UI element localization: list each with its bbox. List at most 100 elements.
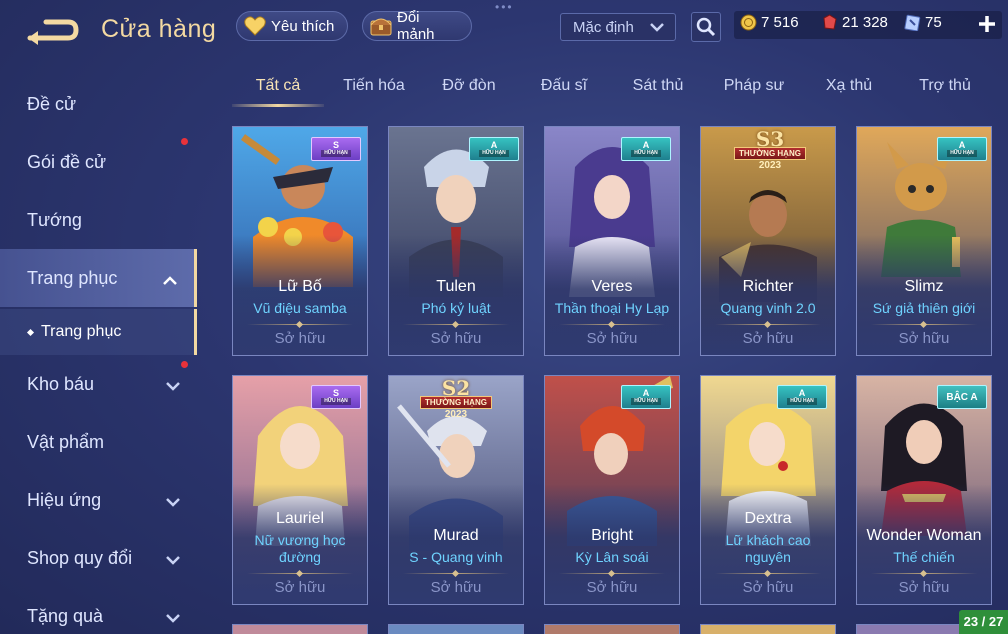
card-divider [403, 573, 509, 574]
card-divider [403, 324, 509, 325]
back-arrow-icon [27, 19, 79, 45]
shard-exchange-button[interactable]: Đổi mảnh [362, 9, 472, 43]
skin-card[interactable]: BẬC A Wonder Woman Thế chiến Sở hữu [856, 375, 992, 605]
ruby-amount: 21 328 [842, 13, 888, 31]
drag-handle-icon: ••• [495, 0, 514, 14]
card-divider [871, 573, 977, 574]
skin-name: Lữ khách cao nguyên [725, 532, 811, 565]
search-button[interactable] [691, 12, 721, 42]
owned-status: Sở hữu [430, 579, 482, 596]
skin-card[interactable]: A HỮU HẠN Slimz Sứ giả thiên giới Sở hữu [856, 126, 992, 356]
skin-card-peek[interactable] [700, 624, 836, 634]
page-title: Cửa hàng [101, 15, 217, 43]
owned-status: Sở hữu [274, 579, 326, 596]
tier-badge: A HỮU HẠN [777, 385, 827, 409]
tab-marksman[interactable]: Xạ thủ [809, 77, 889, 95]
tab-support[interactable]: Trợ thủ [905, 77, 985, 95]
card-divider [247, 573, 353, 574]
chevron-down-icon [165, 492, 181, 513]
skin-name: Nữ vương học đường [254, 532, 346, 565]
sidebar-item-label: Vật phẩm [27, 431, 105, 452]
gold-amount: 7 516 [761, 13, 799, 31]
card-divider [715, 324, 821, 325]
owned-status: Sở hữu [430, 330, 482, 347]
tab-mage[interactable]: Pháp sư [714, 77, 794, 95]
bullet-icon [26, 328, 35, 336]
sort-value: Mặc định [573, 18, 634, 36]
skin-name: S - Quang vinh [409, 549, 503, 565]
add-currency-button[interactable] [978, 10, 996, 38]
sidebar-item-items[interactable]: Vật phẩm [0, 413, 197, 471]
card-divider [871, 324, 977, 325]
skin-name: Phó kỷ luật [421, 300, 491, 316]
tab-assassin[interactable]: Sát thủ [618, 77, 698, 95]
skin-card[interactable]: S3 THƯỜNG HẠNG 2023 Richter Quang vinh 2… [700, 126, 836, 356]
sidebar-item-effects[interactable]: Hiệu ứng [0, 471, 197, 529]
search-icon [696, 17, 716, 37]
sidebar-item-exchange-shop[interactable]: Shop quy đổi [0, 529, 197, 587]
skin-card[interactable]: A HỮU HẠN Tulen Phó kỷ luật Sở hữu [388, 126, 524, 356]
chevron-down-icon [649, 20, 665, 38]
skin-name: Sứ giả thiên giới [872, 300, 976, 316]
skin-card[interactable]: S HỮU HẠN Lauriel Nữ vương học đường Sở h… [232, 375, 368, 605]
sidebar: Đề cử Gói đề cử Tướng Trang phục Trang p… [0, 70, 197, 634]
active-tab-underline [232, 104, 324, 107]
card-divider [247, 324, 353, 325]
tier-badge: BẬC A [937, 385, 987, 409]
skin-card-peek[interactable] [388, 624, 524, 634]
owned-status: Sở hữu [742, 579, 794, 596]
sidebar-item-featured[interactable]: Đề cử [0, 75, 197, 133]
rank-badge: S2 THƯỜNG HẠNG 2023 [418, 376, 494, 422]
skin-name: Quang vinh 2.0 [720, 300, 816, 316]
gold-coin-icon [739, 13, 757, 31]
card-divider [559, 573, 665, 574]
skin-card[interactable]: A HỮU HẠN Bright Kỳ Lân soái Sở hữu [544, 375, 680, 605]
voucher-icon [903, 13, 921, 31]
skin-card-peek[interactable] [232, 624, 368, 634]
back-button[interactable] [24, 14, 80, 48]
owned-status: Sở hữu [274, 330, 326, 347]
sidebar-subitem-label: Trang phục [41, 323, 122, 340]
skin-card-peek[interactable] [544, 624, 680, 634]
tab-evolution[interactable]: Tiến hóa [334, 77, 414, 95]
skin-card[interactable]: S2 THƯỜNG HẠNG 2023 Murad S - Quang vinh… [388, 375, 524, 605]
hero-name: Murad [433, 527, 479, 544]
hero-name: Tulen [436, 278, 476, 295]
skin-name: Thế chiến [893, 549, 955, 565]
sidebar-subitem-skins[interactable]: Trang phục [0, 309, 197, 355]
voucher-amount: 75 [925, 13, 942, 31]
plus-icon [979, 16, 995, 32]
sidebar-item-featured-packs[interactable]: Gói đề cử [0, 133, 197, 191]
tier-badge: A HỮU HẠN [937, 137, 987, 161]
owned-status: Sở hữu [898, 330, 950, 347]
treasure-chest-icon [369, 14, 393, 38]
sidebar-item-treasure[interactable]: Kho báu [0, 355, 197, 413]
category-tabs: Tất cả Tiến hóa Đỡ đòn Đấu sĩ Sát thủ Ph… [228, 68, 1008, 108]
skin-name: Vũ điệu samba [253, 300, 347, 316]
sidebar-item-skins[interactable]: Trang phục [0, 249, 197, 307]
skin-card[interactable]: S HỮU HẠN Lữ Bố Vũ điệu samba Sở hữu [232, 126, 368, 356]
sidebar-item-label: Tặng quà [27, 605, 104, 626]
owned-status: Sở hữu [586, 579, 638, 596]
tab-fighter[interactable]: Đấu sĩ [524, 77, 604, 95]
voucher-balance: 75 [903, 13, 942, 31]
sidebar-item-label: Đề cử [27, 93, 77, 114]
sidebar-item-heroes[interactable]: Tướng [0, 191, 197, 249]
tier-badge: A HỮU HẠN [621, 385, 671, 409]
sidebar-item-gifts[interactable]: Tặng quà [0, 587, 197, 634]
card-divider [715, 573, 821, 574]
tab-all[interactable]: Tất cả [238, 77, 318, 95]
favorites-button[interactable]: Yêu thích [236, 11, 348, 41]
hero-name: Lữ Bố [278, 278, 322, 295]
page-indicator: 23 / 27 [959, 610, 1008, 634]
notification-dot [181, 361, 188, 368]
hero-name: Bright [591, 527, 633, 544]
skin-card[interactable]: A HỮU HẠN Veres Thần thoại Hy Lạp Sở hữu [544, 126, 680, 356]
tier-badge: A HỮU HẠN [469, 137, 519, 161]
skin-card[interactable]: A HỮU HẠN Dextra Lữ khách cao nguyên Sở h… [700, 375, 836, 605]
sort-select[interactable]: Mặc định [560, 13, 676, 41]
tab-tank[interactable]: Đỡ đòn [429, 77, 509, 95]
sidebar-item-label: Hiệu ứng [27, 489, 102, 510]
chevron-down-icon [165, 608, 181, 629]
tier-badge: S HỮU HẠN [311, 137, 361, 161]
